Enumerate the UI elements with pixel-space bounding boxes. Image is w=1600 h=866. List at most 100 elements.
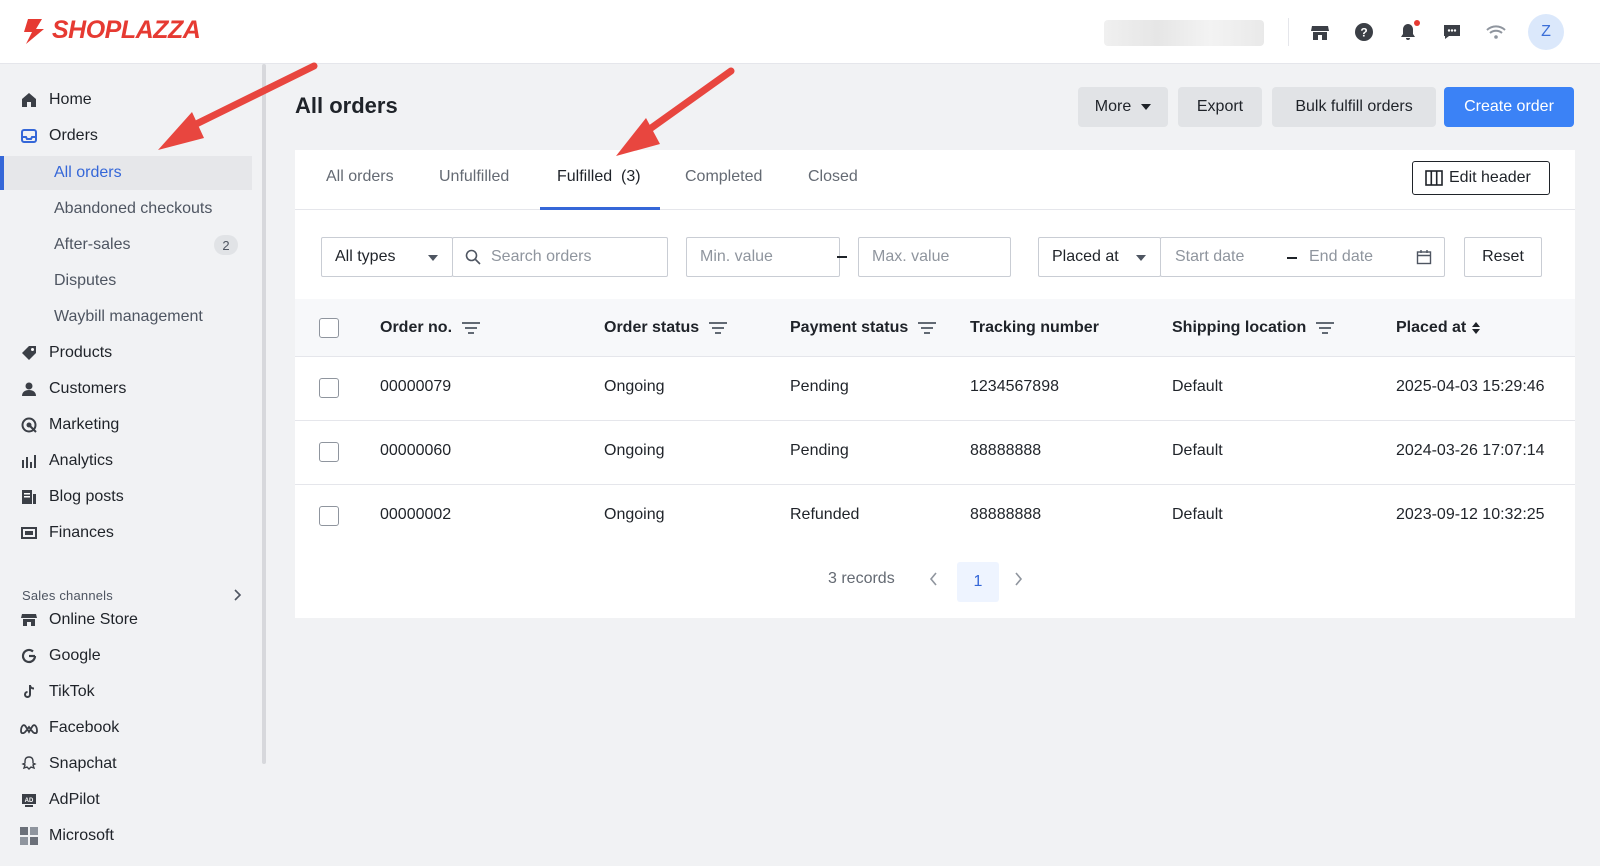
notification-dot xyxy=(1414,20,1420,26)
tab-completed[interactable]: Completed xyxy=(685,168,762,186)
column-header-shipping-location[interactable]: Shipping location xyxy=(1172,319,1335,337)
date-field-select[interactable]: Placed at xyxy=(1038,237,1161,277)
sidebar-item-label: Products xyxy=(49,344,113,361)
column-header-placed-at[interactable]: Placed at xyxy=(1396,319,1481,337)
column-label: Payment status xyxy=(790,319,909,336)
sidebar-item-label: Waybill management xyxy=(54,308,203,325)
sidebar-item-online-store[interactable]: Online Store xyxy=(0,603,252,637)
select-all-checkbox[interactable] xyxy=(319,318,339,338)
order-status-cell: Ongoing xyxy=(604,378,665,395)
sidebar-item-snapchat[interactable]: Snapchat xyxy=(0,747,252,781)
bar-chart-icon xyxy=(20,452,38,470)
sidebar-item-adpilot[interactable]: AD AdPilot xyxy=(0,783,252,817)
brand-name: SHOPLAZZA xyxy=(52,16,201,44)
search-input[interactable]: Search orders xyxy=(452,237,668,277)
max-value-input[interactable]: Max. value xyxy=(858,237,1011,277)
shipping-location-cell: Default xyxy=(1172,378,1223,395)
page-number-current[interactable]: 1 xyxy=(957,562,999,602)
column-label: Order no. xyxy=(380,319,453,336)
sidebar-item-blog-posts[interactable]: Blog posts xyxy=(0,480,252,514)
sidebar-item-analytics[interactable]: Analytics xyxy=(0,444,252,478)
chevron-right-icon[interactable] xyxy=(1011,570,1025,588)
reset-button[interactable]: Reset xyxy=(1464,237,1542,277)
calendar-icon[interactable] xyxy=(1416,249,1432,265)
column-label: Tracking number xyxy=(970,319,1099,336)
user-avatar[interactable]: Z xyxy=(1528,14,1564,50)
wifi-icon[interactable] xyxy=(1484,20,1508,44)
row-checkbox[interactable] xyxy=(319,442,339,462)
orders-icon xyxy=(20,127,38,145)
table-row[interactable]: 00000002 Ongoing Refunded 88888888 Defau… xyxy=(295,485,1575,549)
help-icon[interactable]: ? xyxy=(1352,20,1376,44)
sidebar-item-customers[interactable]: Customers xyxy=(0,372,252,406)
sidebar-item-facebook[interactable]: Facebook xyxy=(0,711,252,745)
svg-text:?: ? xyxy=(1360,26,1367,40)
order-type-select[interactable]: All types xyxy=(321,237,453,277)
min-value-input[interactable]: Min. value xyxy=(686,237,840,277)
column-header-payment-status[interactable]: Payment status xyxy=(790,319,937,337)
search-placeholder: Search orders xyxy=(491,248,592,265)
more-button[interactable]: More xyxy=(1078,87,1168,127)
sidebar-item-label: Blog posts xyxy=(49,488,124,505)
column-label: Shipping location xyxy=(1172,319,1307,336)
create-order-button-label: Create order xyxy=(1464,98,1554,115)
logo-icon xyxy=(24,18,44,44)
sidebar-item-microsoft[interactable]: Microsoft xyxy=(0,819,252,853)
sidebar-item-orders[interactable]: Orders xyxy=(0,119,252,153)
filter-icon[interactable] xyxy=(918,322,937,334)
tracking-number-cell: 1234567898 xyxy=(970,378,1059,395)
bulk-fulfill-button[interactable]: Bulk fulfill orders xyxy=(1272,87,1436,127)
sidebar-item-tiktok[interactable]: TikTok xyxy=(0,675,252,709)
chevron-left-icon[interactable] xyxy=(927,570,941,588)
end-date-placeholder: End date xyxy=(1309,248,1374,265)
order-no-cell[interactable]: 00000079 xyxy=(380,378,451,396)
top-bar: SHOPLAZZA ? Z xyxy=(0,0,1600,64)
sidebar-subitem-abandoned-checkouts[interactable]: Abandoned checkouts xyxy=(0,192,252,226)
bell-icon[interactable] xyxy=(1396,20,1420,44)
shoplazza-logo[interactable]: SHOPLAZZA xyxy=(22,16,201,45)
chevron-right-icon[interactable] xyxy=(231,588,243,602)
table-row[interactable]: 00000060 Ongoing Pending 88888888 Defaul… xyxy=(295,421,1575,485)
chat-icon[interactable] xyxy=(1440,20,1464,44)
date-range-picker[interactable]: Start date End date xyxy=(1160,237,1445,277)
row-checkbox[interactable] xyxy=(319,506,339,526)
tab-fulfilled[interactable]: Fulfilled (3) xyxy=(557,168,641,186)
store-icon[interactable] xyxy=(1308,20,1332,44)
tab-closed[interactable]: Closed xyxy=(808,168,858,186)
sidebar-subitem-waybill-management[interactable]: Waybill management xyxy=(0,300,252,334)
svg-text:AD: AD xyxy=(25,798,34,804)
annotation-arrow-fulfilled-tab xyxy=(616,67,735,156)
filter-icon[interactable] xyxy=(709,322,728,334)
tab-unfulfilled[interactable]: Unfulfilled xyxy=(439,168,509,186)
tab-all-orders[interactable]: All orders xyxy=(326,168,394,186)
records-count: 3 records xyxy=(828,570,895,587)
caret-down-icon xyxy=(1136,255,1146,261)
date-separator xyxy=(1287,257,1297,259)
create-order-button[interactable]: Create order xyxy=(1444,87,1574,127)
sidebar-scrollbar[interactable] xyxy=(262,64,266,764)
order-no-cell[interactable]: 00000002 xyxy=(380,506,451,524)
tag-icon xyxy=(20,344,38,362)
sidebar-subitem-disputes[interactable]: Disputes xyxy=(0,264,252,298)
sidebar-item-google[interactable]: Google xyxy=(0,639,252,673)
column-header-order-status[interactable]: Order status xyxy=(604,319,728,337)
sidebar-item-label: AdPilot xyxy=(49,791,100,808)
order-no-cell[interactable]: 00000060 xyxy=(380,442,451,460)
range-separator xyxy=(837,256,847,258)
sort-icon[interactable] xyxy=(1472,322,1481,334)
sidebar-subitem-all-orders[interactable]: All orders xyxy=(0,156,252,190)
start-date-placeholder: Start date xyxy=(1175,248,1245,265)
filter-icon[interactable] xyxy=(1316,322,1335,334)
sidebar-subitem-after-sales[interactable]: After-sales 2 xyxy=(0,228,252,262)
column-header-order-no[interactable]: Order no. xyxy=(380,319,481,337)
filter-icon[interactable] xyxy=(462,322,481,334)
sidebar-item-marketing[interactable]: Marketing xyxy=(0,408,252,442)
sidebar-item-finances[interactable]: Finances xyxy=(0,516,252,550)
row-checkbox[interactable] xyxy=(319,378,339,398)
edit-header-button[interactable]: Edit header xyxy=(1412,161,1550,195)
store-name-blurred[interactable] xyxy=(1104,20,1264,46)
table-row[interactable]: 00000079 Ongoing Pending 1234567898 Defa… xyxy=(295,357,1575,421)
export-button[interactable]: Export xyxy=(1178,87,1262,127)
sidebar-item-products[interactable]: Products xyxy=(0,336,252,370)
sidebar-item-home[interactable]: Home xyxy=(0,83,252,117)
